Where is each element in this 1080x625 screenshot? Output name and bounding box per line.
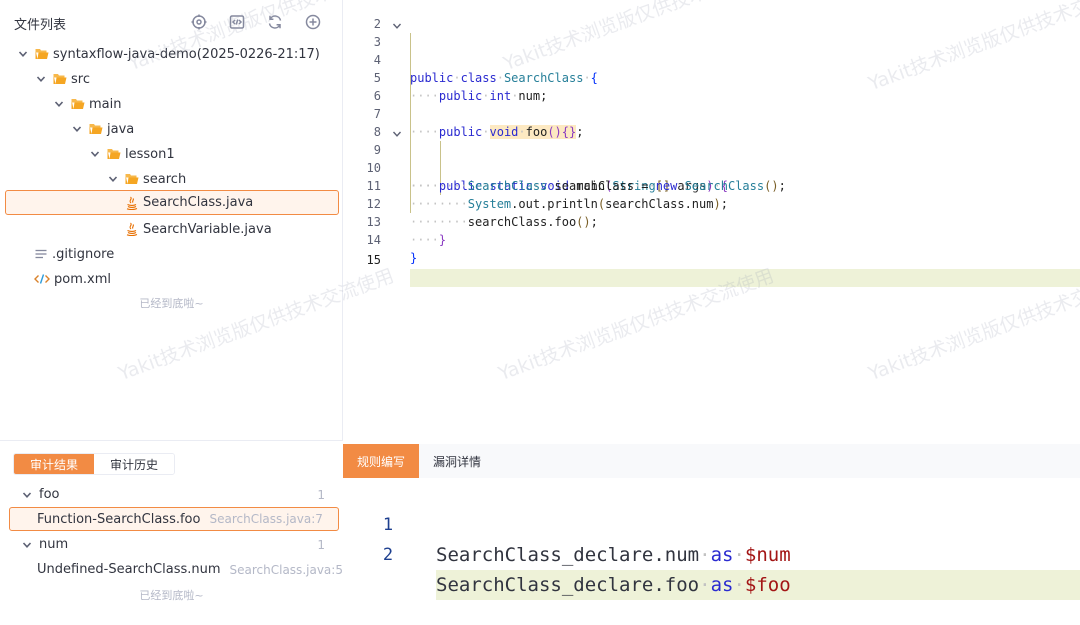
code-line[interactable]: 3 public·class·SearchClass·{ <box>343 15 1080 85</box>
result-group-count: 1 <box>317 487 325 502</box>
tab-vulnerability-details[interactable]: 漏洞详情 <box>419 444 495 478</box>
tree-item-pom-xml[interactable]: pom.xml <box>5 267 339 291</box>
tree-item-label: java <box>107 121 135 137</box>
rule-line-code: SearchClass_declare.num·as·$num <box>436 544 791 566</box>
audit-end-text: 已经到底啦~ <box>139 589 204 602</box>
line-code: } <box>410 251 418 265</box>
code-editor[interactable]: 2 3 public·class·SearchClass·{ 4 5 ····p… <box>343 0 1080 440</box>
rule-keyword: as <box>710 574 734 596</box>
file-tree-title: 文件列表 <box>14 18 67 33</box>
code-icon[interactable] <box>226 11 247 32</box>
tree-item-searchvariable-java[interactable]: SearchVariable.java <box>5 217 339 241</box>
line-code <box>410 269 1080 287</box>
chevron-down-icon[interactable] <box>107 173 119 185</box>
tree-item-label: src <box>71 71 90 87</box>
tree-item-searchclass-java[interactable]: SearchClass.java <box>5 190 339 215</box>
result-item-function-searchclass-foo[interactable]: Function-SearchClass.foo SearchClass.jav… <box>9 507 339 531</box>
folder-open-icon <box>53 73 67 85</box>
rule-variable: $foo <box>744 574 791 596</box>
tree-item-label: SearchClass.java <box>143 195 254 210</box>
code-line[interactable]: 9 ····public·static·void·main(String[]·a… <box>343 123 1080 193</box>
code-line[interactable]: 8 <box>343 105 1080 139</box>
rule-variable: $num <box>744 544 791 566</box>
line-number: 15 <box>366 253 381 267</box>
code-line[interactable]: 7 ····public·void·foo(){}; <box>343 87 1080 139</box>
left-panel: 文件列表 syntaxflow-java-demo(2025-0226-21:1… <box>0 0 343 625</box>
result-group-foo[interactable]: foo 1 <box>9 483 339 506</box>
rule-line-number: 2 <box>382 545 394 565</box>
tree-end-text: 已经到底啦~ <box>139 297 204 310</box>
result-group-label: num <box>39 537 69 552</box>
tree-item-main[interactable]: main <box>5 92 339 116</box>
rule-line-current[interactable]: 2 SearchClass_declare.foo·as·$foo <box>343 510 1080 600</box>
target-icon[interactable] <box>188 11 209 32</box>
result-item-label: Undefined-SearchClass.num <box>37 562 221 577</box>
chevron-down-icon[interactable] <box>17 48 29 60</box>
rule-object: SearchClass_declare.foo <box>436 574 700 596</box>
audit-tabs: 审计结果 审计历史 <box>13 453 176 475</box>
file-tree-header: 文件列表 <box>0 0 343 44</box>
code-line[interactable]: 10 ········SearchClass·searchClass·=·new… <box>343 141 1080 193</box>
java-file-icon <box>125 222 139 236</box>
tab-audit-results[interactable]: 审计结果 <box>14 454 95 474</box>
chevron-down-icon[interactable] <box>89 148 101 160</box>
fold-chevron-icon[interactable] <box>392 126 404 138</box>
code-line[interactable]: 14 } <box>343 213 1080 265</box>
code-line[interactable]: 2 <box>343 0 1080 31</box>
tree-item-label: SearchVariable.java <box>143 221 272 237</box>
code-line[interactable]: 4 <box>343 33 1080 67</box>
code-line[interactable]: 11 ········System.out.println(searchClas… <box>343 159 1080 211</box>
code-line[interactable]: 12 ········searchClass.foo(); <box>343 177 1080 229</box>
rule-editor-panel: 规则编写 漏洞详情 1 SearchClass_declare.num·as·$… <box>343 444 1080 625</box>
result-group-num[interactable]: num 1 <box>9 533 339 556</box>
chevron-down-icon[interactable] <box>71 123 83 135</box>
audit-panel: 审计结果 审计历史 foo 1 Function-SearchClass.foo… <box>0 440 343 625</box>
java-file-icon <box>125 196 139 210</box>
rule-object: SearchClass_declare.num <box>436 544 700 566</box>
tree-item-label: main <box>89 96 122 112</box>
text-file-icon <box>34 247 48 261</box>
xml-file-icon <box>34 272 50 286</box>
result-group-label: foo <box>39 487 60 502</box>
chevron-down-icon[interactable] <box>53 98 65 110</box>
folder-open-icon <box>71 98 85 110</box>
chevron-down-icon[interactable] <box>21 489 33 501</box>
chevron-down-icon[interactable] <box>35 73 47 85</box>
add-icon[interactable] <box>302 11 323 32</box>
fold-chevron-icon[interactable] <box>392 18 404 30</box>
folder-open-icon <box>107 148 121 160</box>
tab-audit-history[interactable]: 审计历史 <box>94 454 175 474</box>
refresh-icon[interactable] <box>264 11 285 32</box>
tree-item-gitignore[interactable]: .gitignore <box>5 242 339 266</box>
tree-item-project-root[interactable]: syntaxflow-java-demo(2025-0226-21:17) <box>5 42 339 66</box>
code-line[interactable]: 6 <box>343 69 1080 103</box>
code-line-current[interactable]: 15 <box>343 233 1080 287</box>
tree-item-src[interactable]: src <box>5 67 339 91</box>
rule-line-code: SearchClass_declare.foo·as·$foo <box>436 570 1080 600</box>
result-item-location[interactable]: SearchClass.java:5 <box>230 563 343 577</box>
tree-item-java[interactable]: java <box>5 117 339 141</box>
rule-line[interactable]: 1 SearchClass_declare.num·as·$num <box>343 480 1080 566</box>
code-line[interactable]: 5 ····public·int·num; <box>343 51 1080 103</box>
tree-item-label: pom.xml <box>54 271 111 287</box>
chevron-down-icon[interactable] <box>21 539 33 551</box>
tree-item-label: search <box>143 171 187 187</box>
folder-open-icon <box>89 123 103 135</box>
file-tree-actions <box>188 11 323 32</box>
tree-item-lesson1[interactable]: lesson1 <box>5 142 339 166</box>
tree-item-label: lesson1 <box>125 146 175 162</box>
folder-open-icon <box>125 173 139 185</box>
tab-rule-writing[interactable]: 规则编写 <box>343 444 420 478</box>
tree-item-label: .gitignore <box>52 246 115 262</box>
result-item-undefined-searchclass-num[interactable]: Undefined-SearchClass.num SearchClass.ja… <box>9 558 343 581</box>
tree-item-label: syntaxflow-java-demo(2025-0226-21:17) <box>53 46 320 62</box>
code-line[interactable]: 13 ····} <box>343 195 1080 247</box>
rule-keyword: as <box>710 544 734 566</box>
tree-item-search[interactable]: search <box>5 167 339 191</box>
folder-open-icon <box>35 48 49 60</box>
rule-panel-tabs: 规则编写 漏洞详情 <box>343 444 1080 478</box>
result-group-count: 1 <box>317 537 325 552</box>
result-item-location[interactable]: SearchClass.java:7 <box>209 512 322 526</box>
result-item-label: Function-SearchClass.foo <box>37 511 201 527</box>
